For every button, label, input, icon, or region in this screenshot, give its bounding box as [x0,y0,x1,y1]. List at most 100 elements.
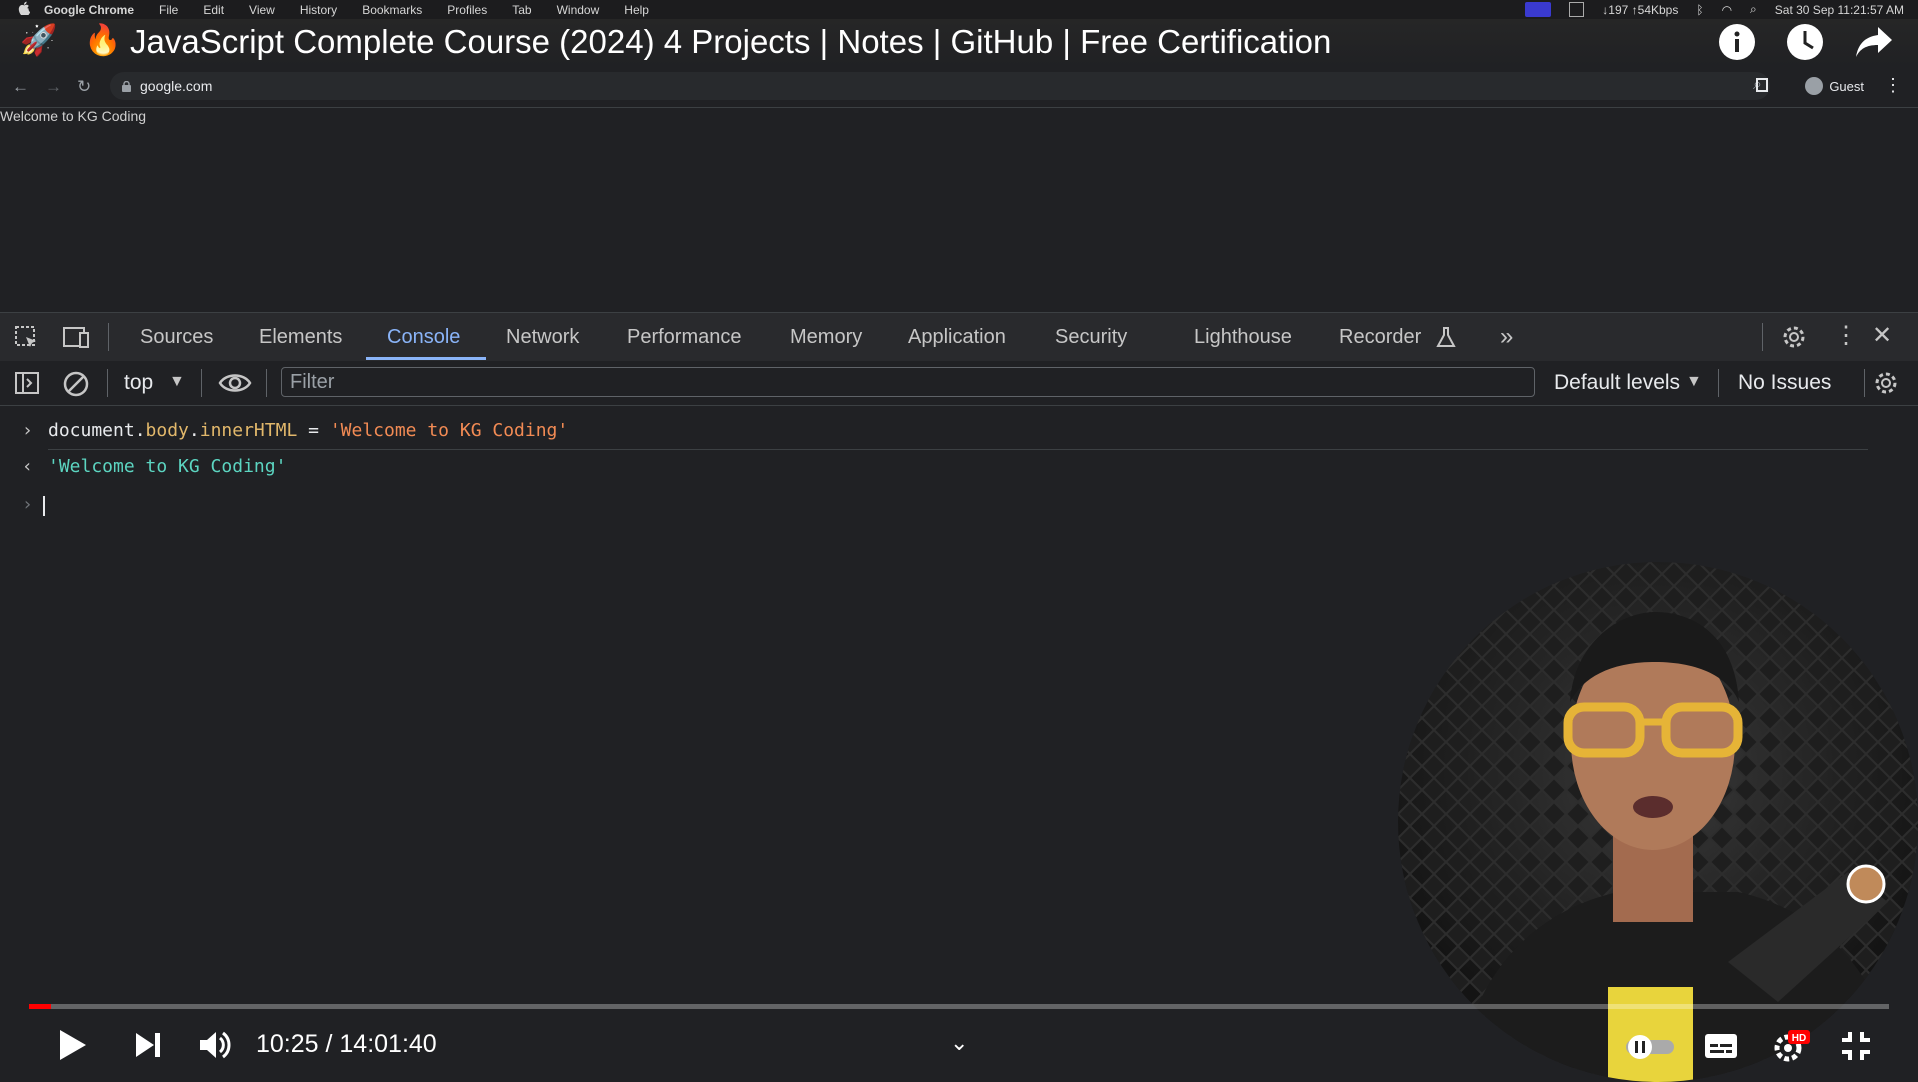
next-icon[interactable] [134,1031,162,1064]
code-operator: = [297,420,330,441]
live-expression-eye-icon[interactable] [218,371,252,400]
tab-memory[interactable]: Memory [790,326,862,349]
console-filter-input[interactable] [281,367,1535,397]
video-title[interactable]: JavaScript Complete Course (2024) 4 Proj… [130,23,1331,61]
menu-tab[interactable]: Tab [512,3,531,17]
menu-help[interactable]: Help [624,3,649,17]
page-body-text: Welcome to KG Coding [0,108,147,124]
more-tabs-icon[interactable]: » [1500,323,1513,351]
address-bar[interactable]: google.com ⌕ [110,72,1770,100]
macos-menu-bar: Google Chrome File Edit View History Boo… [0,0,1918,19]
captions-icon[interactable] [1704,1032,1738,1065]
menu-view[interactable]: View [249,3,275,17]
bluetooth-icon[interactable]: ᛒ [1696,3,1703,17]
console-settings-gear-icon[interactable] [1872,369,1900,402]
divider [266,369,267,397]
profile-label: Guest [1829,78,1864,94]
share-icon[interactable] [1854,25,1892,63]
svg-text:HD: HD [1792,1033,1806,1044]
log-levels-dropdown[interactable]: Default levels [1554,371,1680,395]
tab-recorder[interactable]: Recorder [1339,326,1421,349]
console-toolbar: top ▼ Default levels ▼ No Issues [0,361,1918,406]
active-tab-indicator [366,357,486,360]
code-object: document [48,420,135,441]
code-dot: . [188,420,200,441]
tab-application[interactable]: Application [908,326,1006,349]
kebab-menu-icon[interactable]: ⋮ [1834,321,1858,350]
clear-console-icon[interactable] [62,370,90,403]
avatar [1805,77,1824,95]
menu-file[interactable]: File [159,3,178,17]
divider [107,369,108,397]
side-panel-icon[interactable] [1756,78,1768,92]
tab-network[interactable]: Network [506,326,579,349]
progress-played [29,1004,51,1009]
tab-performance[interactable]: Performance [627,326,742,349]
url-text[interactable]: google.com [140,78,212,94]
menu-profiles[interactable]: Profiles [447,3,487,17]
inspect-element-icon[interactable] [14,325,40,356]
menubar-app-name[interactable]: Google Chrome [44,3,134,17]
console-result-line[interactable]: 'Welcome to KG Coding' [48,456,286,477]
chevron-down-icon[interactable]: ▼ [169,373,185,391]
info-icon[interactable] [1718,23,1756,61]
browser-toolbar: ← → ↻ google.com ⌕ Guest ⋮ [0,67,1918,108]
result-arrow-icon: ‹ [22,456,33,477]
video-title-bar: 🚀 🔥 JavaScript Complete Course (2024) 4 … [0,19,1918,67]
fire-icon: 🔥 [84,24,122,57]
settings-gear-icon[interactable]: HD [1772,1030,1812,1069]
menu-history[interactable]: History [300,3,337,17]
watch-later-icon[interactable] [1786,23,1824,61]
play-icon[interactable] [58,1028,88,1067]
tab-lighthouse[interactable]: Lighthouse [1194,326,1292,349]
divider [201,369,202,397]
menu-edit[interactable]: Edit [203,3,224,17]
console-divider [48,449,1868,450]
forward-button[interactable]: → [45,77,62,97]
code-property: body [145,420,189,441]
chevron-down-icon[interactable]: ▼ [1686,373,1702,391]
console-input-line[interactable]: document.body.innerHTML = 'Welcome to KG… [48,420,568,441]
input-prompt-icon: › [22,494,33,515]
back-button[interactable]: ← [12,77,29,97]
divider [1718,369,1719,397]
divider [1864,369,1865,397]
input-prompt-icon: › [22,420,33,441]
spotlight-icon[interactable]: ⌕ [1750,2,1757,17]
tab-elements[interactable]: Elements [259,326,342,349]
console-caret[interactable] [43,496,45,516]
tab-sources[interactable]: Sources [140,326,213,349]
menu-bookmarks[interactable]: Bookmarks [362,3,422,17]
close-icon[interactable]: ✕ [1872,321,1892,350]
tab-console[interactable]: Console [387,326,460,349]
clock[interactable]: Sat 30 Sep 11:21:57 AM [1775,3,1904,17]
context-selector[interactable]: top [124,371,153,395]
autoplay-toggle[interactable] [1624,1034,1676,1065]
divider [108,323,109,351]
profile-button[interactable]: Guest [1805,77,1864,95]
screen-record-icon[interactable] [1525,2,1552,17]
devtools-tab-bar: Sources Elements Console Network Perform… [0,312,1918,362]
settings-gear-icon[interactable] [1780,323,1808,356]
sidebar-toggle-icon[interactable] [14,371,40,400]
chevron-down-icon[interactable]: ⌄ [950,1030,968,1056]
apple-icon[interactable] [18,1,31,18]
time-display: 10:25 / 14:01:40 [256,1030,437,1058]
browser-menu-icon[interactable]: ⋮ [1884,75,1902,96]
reload-button[interactable]: ↻ [77,77,91,97]
divider [1762,323,1763,351]
lock-icon[interactable] [122,79,131,92]
progress-track[interactable] [29,1004,1889,1009]
rocket-icon: 🚀 [20,24,58,57]
device-toolbar-icon[interactable] [62,325,90,356]
app-icon[interactable] [1569,2,1585,17]
exit-fullscreen-icon[interactable] [1840,1030,1872,1067]
tab-security[interactable]: Security [1055,326,1127,349]
volume-icon[interactable] [198,1029,232,1066]
flask-icon [1436,326,1456,353]
wifi-icon[interactable]: ◠ [1722,3,1732,17]
code-string: 'Welcome to KG Coding' [329,420,569,441]
network-speed: ↓197 ↑54Kbps [1602,2,1679,17]
issues-counter[interactable]: No Issues [1738,371,1831,395]
menu-window[interactable]: Window [557,3,600,17]
